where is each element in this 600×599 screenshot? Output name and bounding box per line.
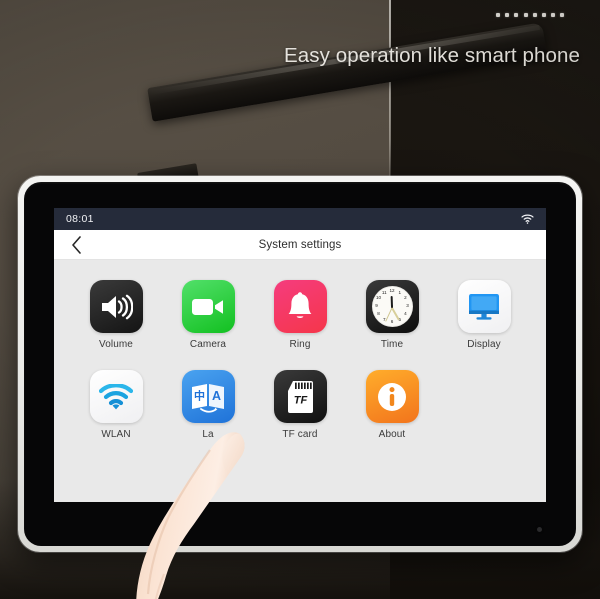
app-label: Display <box>467 339 501 350</box>
settings-app-grid: Volume Camera Ring121234567891011Time Di… <box>70 280 530 440</box>
app-label: La <box>202 429 214 440</box>
decorative-dot <box>560 13 565 17</box>
title-bar: System settings <box>54 230 546 260</box>
clock-numeral: 8 <box>377 310 380 316</box>
settings-content: Volume Camera Ring121234567891011Time Di… <box>54 260 546 502</box>
sd-card-icon[interactable]: TF <box>273 370 327 423</box>
clock-numeral: 1 <box>398 289 402 295</box>
app-tile-camera[interactable]: Camera <box>162 280 254 350</box>
clock-numeral: 6 <box>390 318 394 324</box>
clock-numeral: 3 <box>406 303 409 309</box>
app-tile-ring[interactable]: Ring <box>254 280 346 350</box>
app-tile-time[interactable]: 121234567891011Time <box>346 280 438 350</box>
clock-numeral: 4 <box>404 310 407 316</box>
status-bar: 08:01 <box>54 208 546 230</box>
info-icon[interactable] <box>365 370 419 423</box>
page-title: System settings <box>258 238 342 251</box>
app-tile-wlan[interactable]: WLAN <box>70 370 162 440</box>
app-label: Volume <box>99 339 133 350</box>
decorative-dot <box>541 13 546 17</box>
clock-numeral: 9 <box>375 303 378 309</box>
decorative-dot <box>551 13 556 17</box>
svg-text:A: A <box>212 389 221 403</box>
speaker-icon <box>102 294 133 319</box>
clock-center-pin <box>390 305 394 308</box>
app-label: TF card <box>282 429 318 440</box>
back-button[interactable] <box>63 230 89 260</box>
app-label: Ring <box>289 339 311 350</box>
bell-icon[interactable] <box>273 280 327 333</box>
analog-clock-icon: 121234567891011 <box>371 286 413 327</box>
video-camera-icon[interactable] <box>181 280 235 333</box>
app-label: Time <box>380 339 404 350</box>
status-bar-clock: 08:01 <box>66 213 94 225</box>
chevron-left-icon <box>71 236 82 254</box>
wifi-icon <box>99 383 133 409</box>
promo-headline: Easy operation like smart phone <box>284 44 580 67</box>
tablet-bezel: 08:01 System settings Volume Camera Ring… <box>24 182 576 546</box>
app-tile-display[interactable]: Display <box>438 280 530 350</box>
svg-text:中: 中 <box>194 388 205 402</box>
svg-text:TF: TF <box>293 394 307 406</box>
app-label: About <box>378 429 406 440</box>
tablet-device: 08:01 System settings Volume Camera Ring… <box>18 176 582 552</box>
bell-icon <box>288 291 312 318</box>
translate-icon: 中 A <box>192 383 224 413</box>
decorative-dot <box>532 13 537 17</box>
video-camera-icon <box>192 298 223 315</box>
decorative-dot <box>523 13 528 17</box>
app-label: WLAN <box>101 429 131 440</box>
app-tile-about[interactable]: About <box>346 370 438 440</box>
monitor-icon[interactable] <box>457 280 511 333</box>
tablet-screen: 08:01 System settings Volume Camera Ring… <box>54 208 546 502</box>
background-seam-line <box>389 0 391 200</box>
decorative-dot <box>514 13 519 17</box>
app-tile-volume[interactable]: Volume <box>70 280 162 350</box>
wifi-icon <box>521 214 534 224</box>
decorative-dot <box>505 13 510 17</box>
decorative-dot <box>496 13 500 17</box>
sensor-led <box>537 527 542 532</box>
app-label: Camera <box>189 339 227 350</box>
app-tile-tfcard[interactable]: TF TF card <box>254 370 346 440</box>
speaker-icon[interactable] <box>89 280 143 333</box>
decorative-dot-row <box>496 13 565 17</box>
info-icon <box>378 382 406 411</box>
clock-numeral: 11 <box>381 289 387 295</box>
clock-numeral: 2 <box>404 295 407 301</box>
monitor-icon <box>469 294 499 320</box>
translate-icon[interactable]: 中 A <box>181 370 235 423</box>
sd-card-icon: TF <box>287 380 313 413</box>
clock-numeral: 10 <box>376 295 382 301</box>
wifi-icon[interactable] <box>89 370 143 423</box>
analog-clock-icon[interactable]: 121234567891011 <box>365 280 419 333</box>
clock-numeral: 12 <box>389 287 395 293</box>
app-tile-language[interactable]: 中 A La <box>162 370 254 440</box>
promo-scene: Easy operation like smart phone 08:01 Sy… <box>0 0 600 599</box>
